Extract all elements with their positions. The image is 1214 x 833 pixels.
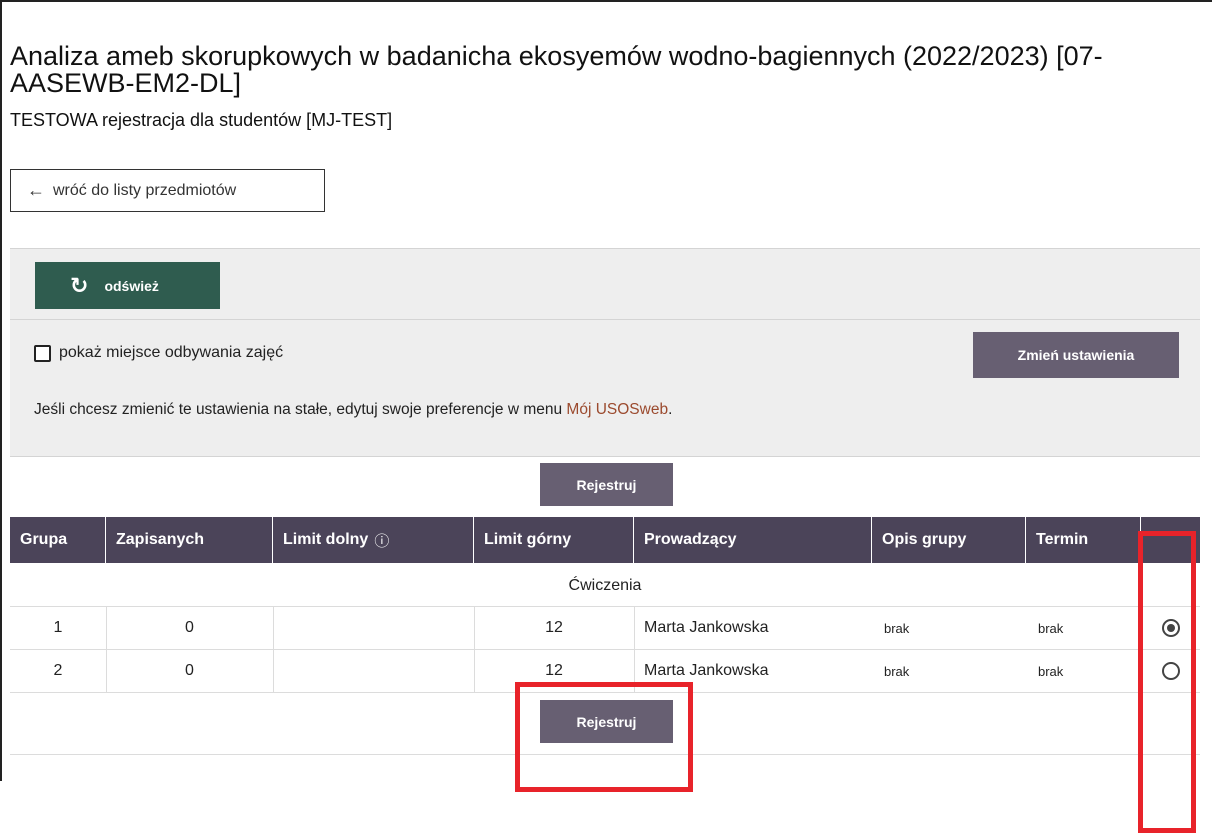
col-limit-gorny: Limit górny: [474, 517, 634, 563]
table-header: Grupa Zapisanych Limit dolny ⓘ Limit gór…: [10, 517, 1200, 563]
info-icon[interactable]: ⓘ: [374, 530, 389, 551]
highlight-register-button: [515, 682, 693, 792]
cell-limit-dolny: [273, 607, 474, 649]
col-grupa: Grupa: [10, 517, 106, 563]
settings-panel: ↻ odśwież pokaż miejsce odbywania zajęć …: [10, 248, 1200, 457]
registration-name: TESTOWA rejestracja dla studentów [MJ-TE…: [10, 110, 393, 130]
arrow-left-icon: ←: [27, 180, 45, 200]
cell-limit-dolny: [273, 650, 474, 692]
col-limit-dolny: Limit dolny ⓘ: [273, 517, 474, 563]
col-termin: Termin: [1026, 517, 1141, 563]
refresh-button[interactable]: ↻ odśwież: [35, 262, 220, 309]
register-button-top[interactable]: Rejestruj: [540, 463, 673, 506]
change-settings-button[interactable]: Zmień ustawienia: [973, 332, 1179, 378]
refresh-icon: ↻: [70, 272, 89, 298]
panel-divider: [10, 319, 1200, 320]
col-prowadzacy: Prowadzący: [634, 517, 872, 563]
cell-grupa: 1: [53, 619, 63, 636]
show-location-option[interactable]: pokaż miejsce odbywania zajęć: [34, 344, 283, 362]
cell-termin: brak: [1038, 620, 1064, 636]
show-location-label: pokaż miejsce odbywania zajęć: [59, 344, 284, 361]
cell-zapisanych: 0: [185, 662, 194, 679]
cell-opis-grupy: brak: [884, 620, 910, 636]
limit-dolny-label: Limit dolny: [283, 531, 369, 548]
back-button-label: wróć do listy przedmiotów: [53, 181, 237, 199]
highlight-radio-column: [1138, 531, 1196, 833]
my-usosweb-link[interactable]: Mój USOSweb: [566, 401, 668, 418]
settings-info-prefix: Jeśli chcesz zmienić te ustawienia na st…: [34, 401, 567, 418]
cell-grupa: 2: [53, 662, 63, 679]
col-zapisanych: Zapisanych: [106, 517, 273, 563]
cell-limit-gorny: 12: [545, 619, 563, 636]
table-row: 1 0 12 Marta Jankowska brak brak: [10, 607, 1200, 650]
refresh-label: odśwież: [104, 277, 159, 294]
cell-termin: brak: [1038, 663, 1064, 679]
cell-divider: [634, 607, 635, 649]
cell-opis-grupy: brak: [884, 663, 910, 679]
section-cwiczenia: Ćwiczenia: [10, 566, 1200, 607]
course-title: Analiza ameb skorupkowych w badanicha ek…: [10, 41, 1103, 98]
col-opis-grupy: Opis grupy: [872, 517, 1026, 563]
settings-info-suffix: .: [668, 401, 673, 418]
back-to-course-list-button[interactable]: ← wróć do listy przedmiotów: [10, 169, 325, 212]
show-location-checkbox[interactable]: [34, 344, 51, 362]
cell-zapisanych: 0: [185, 619, 194, 636]
cell-prowadzacy[interactable]: Marta Jankowska: [644, 607, 872, 649]
settings-info-text: Jeśli chcesz zmienić te ustawienia na st…: [34, 401, 672, 419]
